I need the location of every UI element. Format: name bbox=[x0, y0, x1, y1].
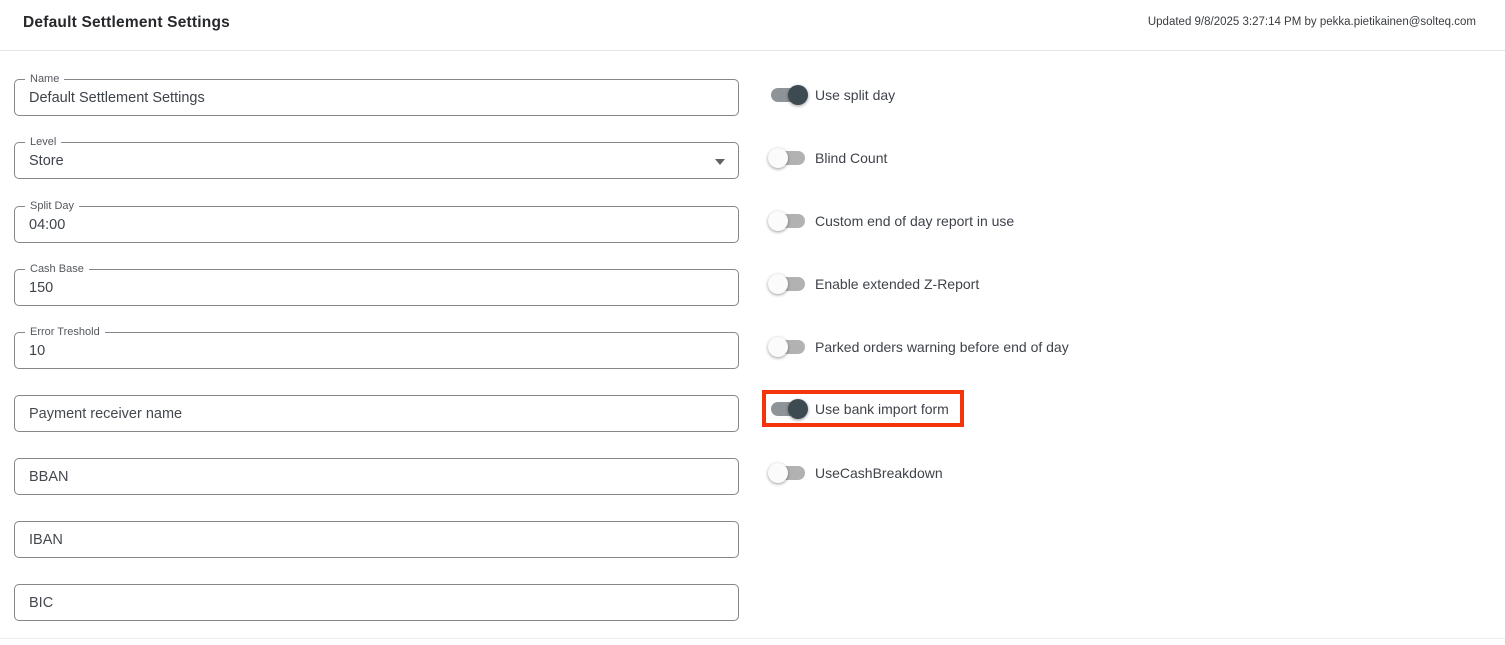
use-split-day-toggle[interactable] bbox=[771, 88, 805, 102]
header-divider bbox=[0, 50, 1505, 51]
parked-orders-warning-toggle[interactable] bbox=[771, 340, 805, 354]
level-select[interactable]: Store bbox=[15, 143, 738, 178]
payment-receiver-name-field[interactable] bbox=[14, 395, 739, 432]
toggle-thumb bbox=[788, 85, 808, 105]
split-day-field[interactable]: Split Day bbox=[14, 206, 739, 243]
blind-count-toggle[interactable] bbox=[771, 151, 805, 165]
cash-base-field-label: Cash Base bbox=[25, 263, 89, 276]
split-day-input[interactable] bbox=[15, 207, 738, 242]
name-input[interactable] bbox=[15, 80, 738, 115]
use-cash-breakdown-toggle[interactable] bbox=[771, 466, 805, 480]
chevron-down-icon[interactable] bbox=[715, 159, 725, 165]
toggle-row-enable-extended-z-report: Enable extended Z-Report bbox=[771, 265, 979, 302]
toggle-thumb bbox=[768, 274, 788, 294]
use-bank-import-form-toggle[interactable] bbox=[771, 402, 805, 416]
iban-field[interactable] bbox=[14, 521, 739, 558]
error-treshold-input[interactable] bbox=[15, 333, 738, 368]
level-field[interactable]: Level Store bbox=[14, 142, 739, 179]
error-treshold-field-label: Error Treshold bbox=[25, 326, 105, 339]
toggle-label: Custom end of day report in use bbox=[815, 213, 1014, 229]
cash-base-field[interactable]: Cash Base bbox=[14, 269, 739, 306]
bottom-divider bbox=[0, 638, 1505, 639]
bban-field[interactable] bbox=[14, 458, 739, 495]
toggle-thumb bbox=[768, 337, 788, 357]
toggle-row-use-cash-breakdown: UseCashBreakdown bbox=[771, 454, 943, 491]
toggle-row-use-bank-import-form: Use bank import form bbox=[762, 390, 964, 427]
payment-receiver-name-input[interactable] bbox=[15, 396, 738, 431]
toggle-row-custom-end-of-day-report: Custom end of day report in use bbox=[771, 202, 1014, 239]
bban-input[interactable] bbox=[15, 459, 738, 494]
toggle-label: Blind Count bbox=[815, 150, 887, 166]
settlement-settings-page: Default Settlement Settings Updated 9/8/… bbox=[0, 0, 1505, 645]
level-field-label: Level bbox=[25, 136, 61, 149]
iban-input[interactable] bbox=[15, 522, 738, 557]
cash-base-input[interactable] bbox=[15, 270, 738, 305]
toggle-thumb bbox=[768, 148, 788, 168]
split-day-field-label: Split Day bbox=[25, 200, 79, 213]
toggle-label: Parked orders warning before end of day bbox=[815, 339, 1069, 355]
toggle-label: Use split day bbox=[815, 87, 895, 103]
page-header: Default Settlement Settings Updated 9/8/… bbox=[0, 0, 1505, 51]
enable-extended-z-report-toggle[interactable] bbox=[771, 277, 805, 291]
name-field-label: Name bbox=[25, 73, 64, 86]
last-updated-text: Updated 9/8/2025 3:27:14 PM by pekka.pie… bbox=[1148, 16, 1476, 28]
toggle-row-use-split-day: Use split day bbox=[771, 76, 895, 113]
page-title: Default Settlement Settings bbox=[23, 14, 230, 32]
toggle-row-blind-count: Blind Count bbox=[771, 139, 887, 176]
toggle-thumb bbox=[768, 211, 788, 231]
toggle-thumb bbox=[768, 463, 788, 483]
toggle-thumb bbox=[788, 399, 808, 419]
bic-field[interactable] bbox=[14, 584, 739, 621]
custom-end-of-day-report-toggle[interactable] bbox=[771, 214, 805, 228]
error-treshold-field[interactable]: Error Treshold bbox=[14, 332, 739, 369]
toggle-label: Enable extended Z-Report bbox=[815, 276, 979, 292]
bic-input[interactable] bbox=[15, 585, 738, 620]
name-field[interactable]: Name bbox=[14, 79, 739, 116]
toggle-label: UseCashBreakdown bbox=[815, 465, 943, 481]
toggle-row-parked-orders-warning: Parked orders warning before end of day bbox=[771, 328, 1069, 365]
toggle-label: Use bank import form bbox=[815, 401, 949, 417]
